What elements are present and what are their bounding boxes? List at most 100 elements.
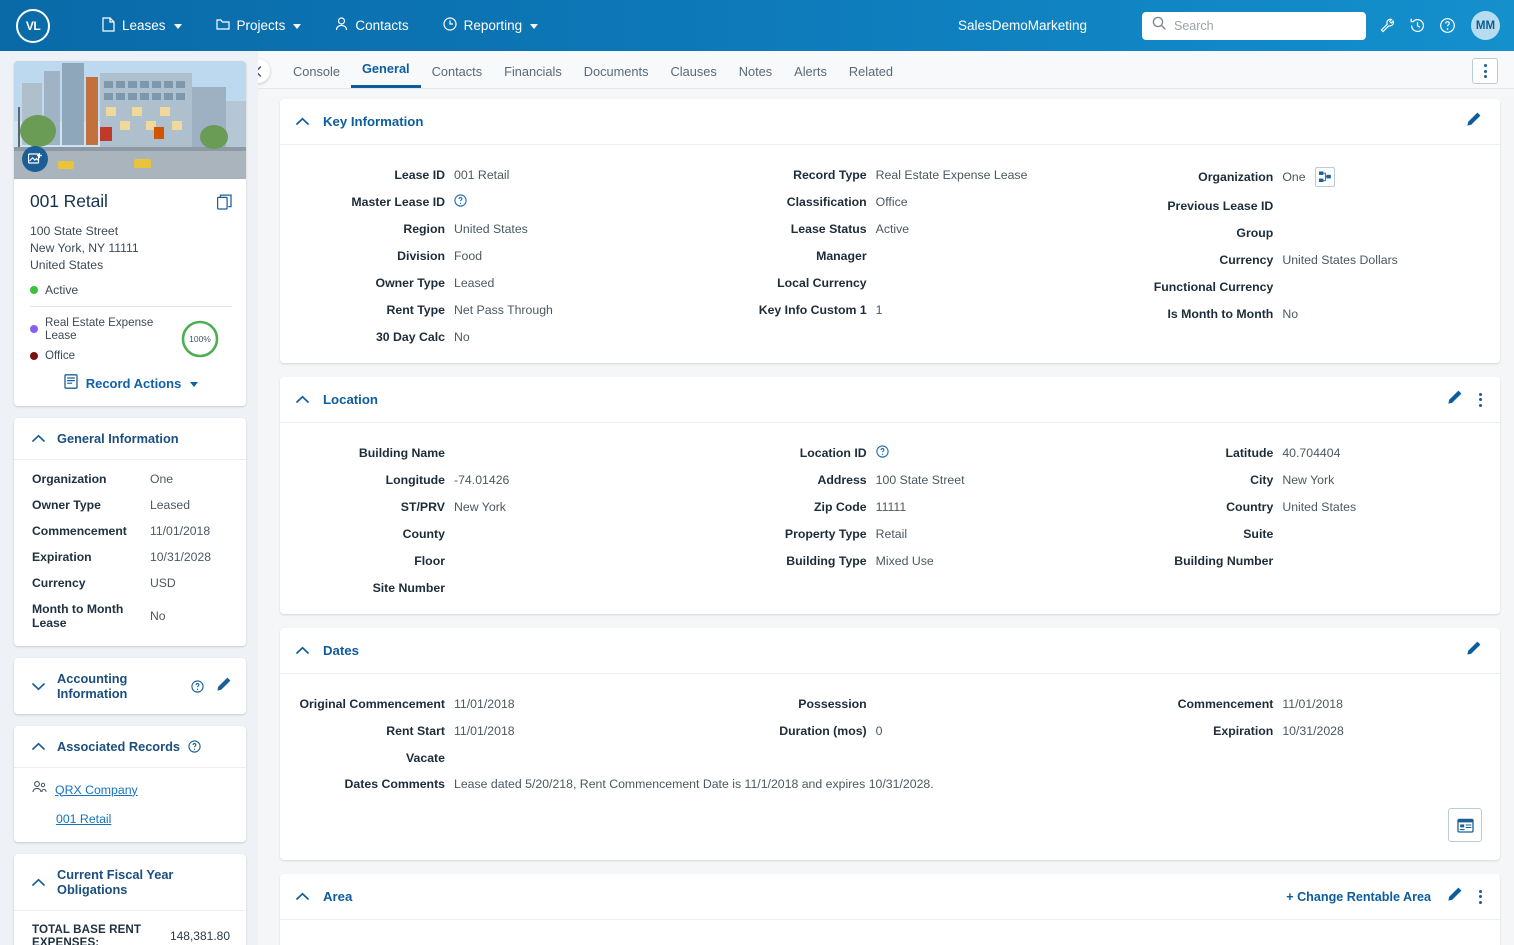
help-circle-icon[interactable] — [454, 194, 467, 210]
field-label: Location ID — [701, 446, 876, 460]
key-information-column-3: Organization One Previous Lease ID Group… — [1093, 167, 1500, 345]
nav-item-leases[interactable]: Leases — [102, 17, 182, 35]
field-value: 0 — [876, 724, 883, 738]
field-value: 11/01/2018 — [1282, 697, 1343, 711]
tab-clauses[interactable]: Clauses — [660, 64, 728, 88]
app-logo[interactable]: VL — [16, 9, 50, 43]
location-header: Location — [280, 377, 1500, 423]
nav-item-projects[interactable]: Projects — [216, 18, 302, 34]
field-row: CountryUnited States — [1107, 499, 1486, 515]
field-label: Site Number — [294, 581, 454, 595]
field-row: Record TypeReal Estate Expense Lease — [701, 167, 1080, 183]
wrench-icon[interactable] — [1379, 17, 1396, 34]
search-input[interactable] — [1174, 19, 1356, 33]
edit-pencil-icon[interactable] — [216, 676, 232, 697]
field-label: ST/PRV — [294, 500, 454, 514]
location-body: Building Name Longitude-74.01426 ST/PRVN… — [280, 423, 1500, 614]
change-rentable-area-button[interactable]: + Change Rentable Area — [1286, 890, 1431, 904]
field-row: Rent TypeNet Pass Through — [294, 302, 673, 318]
field-value: 001 Retail — [454, 168, 509, 182]
kebab-menu-icon[interactable] — [1479, 393, 1482, 407]
location-section: Location Building Name Longitude-74.0142… — [280, 377, 1500, 614]
associated-record-link-child[interactable]: 001 Retail — [56, 812, 111, 826]
field-label: Organization — [32, 472, 150, 486]
field-label: Functional Currency — [1107, 280, 1282, 294]
field-value: United States — [1282, 500, 1356, 514]
field-row: Vacate — [294, 750, 673, 766]
document-icon — [102, 17, 115, 35]
key-information-column-1: Lease ID001 Retail Master Lease ID Regio… — [280, 167, 687, 345]
chevron-up-icon[interactable] — [32, 878, 45, 887]
collapse-sidebar-button[interactable] — [258, 59, 270, 83]
dates-title: Dates — [323, 643, 359, 658]
tab-documents[interactable]: Documents — [573, 64, 660, 88]
field-row: Expiration10/31/2028 — [1107, 723, 1486, 739]
record-title-row: 001 Retail — [30, 191, 232, 215]
add-image-icon[interactable] — [22, 146, 48, 172]
sections-scroll-area[interactable]: Key Information Lease ID001 Retail Maste… — [258, 89, 1514, 945]
tab-financials[interactable]: Financials — [493, 64, 573, 88]
edit-pencil-icon[interactable] — [1466, 111, 1482, 132]
edit-pencil-icon[interactable] — [1466, 640, 1482, 661]
chevron-up-icon[interactable] — [296, 395, 309, 404]
kebab-menu-icon[interactable] — [1479, 890, 1482, 904]
dates-column-3: Commencement11/01/2018 Expiration10/31/2… — [1093, 696, 1500, 766]
tab-general[interactable]: General — [351, 61, 421, 88]
field-label: Rent Start — [294, 724, 454, 738]
general-information-title: General Information — [57, 431, 179, 446]
address-line-2: New York, NY 11111 — [30, 240, 232, 257]
chevron-down-icon[interactable] — [32, 682, 45, 691]
primary-nav: Leases Projects Contacts Reporting — [102, 17, 538, 35]
chevron-up-icon[interactable] — [296, 117, 309, 126]
search-box[interactable] — [1142, 12, 1366, 40]
copy-icon[interactable] — [217, 194, 232, 215]
field-row: Group — [1107, 225, 1486, 241]
chevron-up-icon[interactable] — [296, 646, 309, 655]
edit-pencil-icon[interactable] — [1447, 886, 1463, 907]
nav-item-reporting[interactable]: Reporting — [443, 17, 539, 34]
help-circle-icon[interactable] — [1439, 17, 1456, 34]
field-value: Net Pass Through — [454, 303, 553, 317]
help-circle-icon[interactable] — [191, 680, 204, 693]
chevron-up-icon[interactable] — [32, 742, 45, 751]
page-overflow-menu-button[interactable] — [1472, 58, 1498, 84]
tab-notes[interactable]: Notes — [728, 64, 783, 88]
tag-dot-purple — [30, 325, 38, 333]
avatar[interactable]: MM — [1471, 11, 1500, 40]
tab-console[interactable]: Console — [282, 64, 351, 88]
chevron-up-icon[interactable] — [296, 892, 309, 901]
record-tags: Real Estate Expense Lease Office — [30, 316, 180, 362]
field-label: Suite — [1107, 527, 1282, 541]
help-circle-icon[interactable] — [876, 445, 889, 461]
area-section: Area + Change Rentable Area Rentable Are… — [280, 874, 1500, 945]
tab-contacts[interactable]: Contacts — [421, 64, 494, 88]
building-photo-image — [14, 61, 246, 179]
field-row: Site Number — [294, 580, 673, 596]
status-dot — [30, 286, 38, 294]
schedule-calendar-button[interactable] — [1448, 808, 1482, 842]
field-value: United States Dollars — [1282, 253, 1398, 267]
accounting-information-header[interactable]: Accounting Information — [14, 658, 246, 714]
history-icon[interactable] — [1409, 17, 1426, 34]
field-label: Is Month to Month — [1107, 307, 1282, 321]
help-circle-icon[interactable] — [188, 740, 201, 753]
address-line-3: United States — [30, 257, 232, 274]
tab-alerts[interactable]: Alerts — [783, 64, 838, 88]
list-item: QRX Company — [32, 780, 230, 799]
location-column-2: Location ID Address100 State Street Zip … — [687, 445, 1094, 596]
field-label: Expiration — [1107, 724, 1282, 738]
field-row: Suite — [1107, 526, 1486, 542]
field-value: 40.704404 — [1282, 446, 1340, 460]
org-hierarchy-icon[interactable] — [1315, 167, 1335, 187]
record-actions-button[interactable]: Record Actions — [30, 362, 232, 396]
receipt-icon — [64, 374, 78, 392]
field-row: Duration (mos)0 — [701, 723, 1080, 739]
associated-record-link-parent[interactable]: QRX Company — [55, 783, 138, 797]
dates-footer-actions — [280, 802, 1500, 842]
key-information-column-2: Record TypeReal Estate Expense Lease Cla… — [687, 167, 1094, 345]
edit-pencil-icon[interactable] — [1447, 389, 1463, 410]
tag-record-type: Real Estate Expense Lease — [30, 316, 180, 342]
nav-item-contacts[interactable]: Contacts — [335, 17, 408, 34]
tab-related[interactable]: Related — [838, 64, 904, 88]
chevron-up-icon[interactable] — [32, 434, 45, 443]
